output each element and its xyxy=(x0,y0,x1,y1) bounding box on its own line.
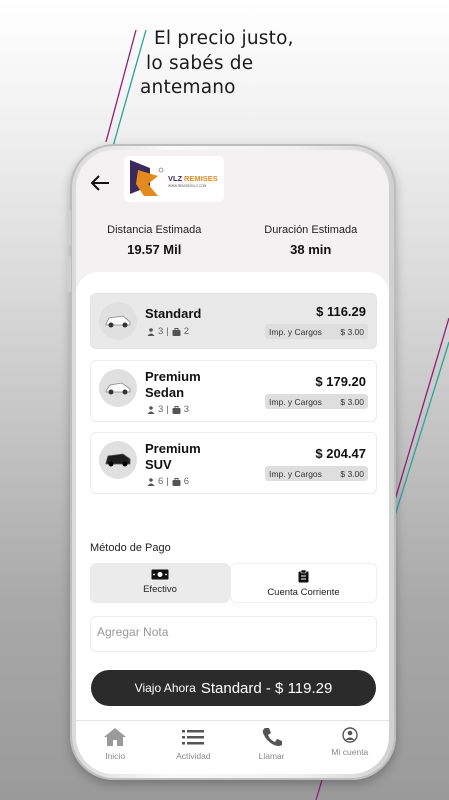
top-bar: VLZ REMISES WWW.REMISESVLZ.COM Distancia… xyxy=(76,150,389,270)
vehicle-capacity: 3 | 3 xyxy=(147,404,189,415)
nav-item-llamar[interactable]: Llamar xyxy=(233,721,311,774)
person-icon xyxy=(147,405,155,414)
volume-down-button xyxy=(67,256,71,292)
trip-stats: Distancia Estimada 19.57 Mil Duración Es… xyxy=(76,224,389,257)
tax-label: Imp. y Cargos xyxy=(269,396,322,407)
tax-value: $ 3.00 xyxy=(340,326,364,337)
headline-line-1: El precio justo, xyxy=(154,28,294,49)
vehicle-name: Standard xyxy=(145,306,202,321)
duration-label: Duración Estimada xyxy=(264,224,358,236)
vehicle-option-standard[interactable]: Standard 3 | 2 $ 116.29 Imp. y Cargos $ 3… xyxy=(90,293,377,349)
luggage-icon xyxy=(172,327,181,336)
vehicle-price: $ 204.47 xyxy=(315,446,366,461)
payment-title: Método de Pago xyxy=(90,542,171,554)
tax-value: $ 3.00 xyxy=(340,396,364,407)
tax-label: Imp. y Cargos xyxy=(269,326,322,337)
clipboard-icon xyxy=(298,570,309,583)
nav-label: Inicio xyxy=(105,751,126,761)
passenger-count: 3 xyxy=(158,404,164,415)
nav-item-mi-cuenta[interactable]: Mi cuenta xyxy=(311,721,389,774)
tax-label: Imp. y Cargos xyxy=(269,468,322,479)
request-ride-button[interactable]: Viajo Ahora Standard - $ 119.29 xyxy=(91,670,376,706)
company-logo: VLZ REMISES WWW.REMISESVLZ.COM xyxy=(124,156,224,202)
headline-line-3: antemano xyxy=(140,77,236,98)
vehicle-option-premium-sedan[interactable]: Premium Sedan 3 | 3 $ 179.20 Imp. y Cargo… xyxy=(90,360,377,422)
headline-line-2: lo sabés de xyxy=(146,52,254,74)
passenger-count: 6 xyxy=(158,476,164,487)
list-icon xyxy=(182,730,205,745)
volume-up-button xyxy=(67,210,71,246)
vehicle-price: $ 179.20 xyxy=(315,374,366,389)
vehicle-price: $ 116.29 xyxy=(316,304,366,319)
cta-prefix: Viajo Ahora xyxy=(134,681,196,695)
duration-value: 38 min xyxy=(290,242,332,257)
distance-value: 19.57 Mil xyxy=(127,242,182,257)
cta-main: Standard - $ 119.29 xyxy=(200,679,333,697)
payment-label: Cuenta Corriente xyxy=(267,587,340,598)
luggage-icon xyxy=(172,477,181,486)
car-icon xyxy=(99,302,137,340)
person-icon xyxy=(147,327,155,336)
vehicle-capacity: 3 | 2 xyxy=(147,326,189,337)
nav-label: Actividad xyxy=(176,751,211,761)
bag-count: 6 xyxy=(183,476,190,487)
phone-icon xyxy=(262,728,282,746)
vehicle-capacity: 6 | 6 xyxy=(147,476,189,487)
svg-text:WWW.REMISESVLZ.COM: WWW.REMISESVLZ.COM xyxy=(168,184,207,188)
arrow-left-icon xyxy=(90,175,109,191)
app-screen: VLZ REMISES WWW.REMISESVLZ.COM Distancia… xyxy=(76,150,389,774)
nav-item-actividad[interactable]: Actividad xyxy=(154,721,232,774)
note-field[interactable]: Agregar Nota xyxy=(90,616,377,652)
vehicle-option-premium-suv[interactable]: Premium SUV 6 | 6 $ 204.47 Imp. y Cargos … xyxy=(90,432,377,494)
duration-stat: Duración Estimada 38 min xyxy=(233,224,390,257)
payment-label: Efectivo xyxy=(143,584,177,595)
person-icon xyxy=(147,477,155,486)
tax-badge: Imp. y Cargos $ 3.00 xyxy=(265,466,368,481)
vehicle-name: Premium Sedan xyxy=(145,369,201,400)
cash-icon xyxy=(151,569,169,580)
bag-count: 3 xyxy=(183,404,190,415)
tax-badge: Imp. y Cargos $ 3.00 xyxy=(265,324,368,339)
back-button[interactable] xyxy=(90,170,110,198)
headline: El precio justo, lo sabés de antemano xyxy=(140,27,294,101)
nav-label: Mi cuenta xyxy=(331,747,369,757)
payment-option-account[interactable]: Cuenta Corriente xyxy=(230,563,377,603)
account-icon xyxy=(342,727,358,743)
svg-text:REMISES: REMISES xyxy=(184,174,218,183)
home-icon xyxy=(104,728,127,746)
bottom-nav: Inicio Actividad Llamar Mi cuenta xyxy=(76,720,389,774)
car-icon xyxy=(99,441,137,479)
nav-label: Llamar xyxy=(258,751,285,761)
bag-count: 2 xyxy=(183,326,190,337)
car-icon xyxy=(99,369,137,407)
booking-panel: Standard 3 | 2 $ 116.29 Imp. y Cargos $ 3… xyxy=(76,272,389,774)
luggage-icon xyxy=(172,405,181,414)
payment-option-cash[interactable]: Efectivo xyxy=(90,563,230,603)
tax-value: $ 3.00 xyxy=(340,468,364,479)
distance-stat: Distancia Estimada 19.57 Mil xyxy=(76,224,233,257)
svg-text:VLZ: VLZ xyxy=(168,174,183,183)
nav-item-inicio[interactable]: Inicio xyxy=(76,721,154,774)
tax-badge: Imp. y Cargos $ 3.00 xyxy=(265,394,368,409)
logo-mark: VLZ REMISES WWW.REMISESVLZ.COM xyxy=(130,160,218,196)
distance-label: Distancia Estimada xyxy=(107,224,202,236)
passenger-count: 3 xyxy=(158,326,164,337)
vehicle-name: Premium SUV xyxy=(145,441,201,472)
